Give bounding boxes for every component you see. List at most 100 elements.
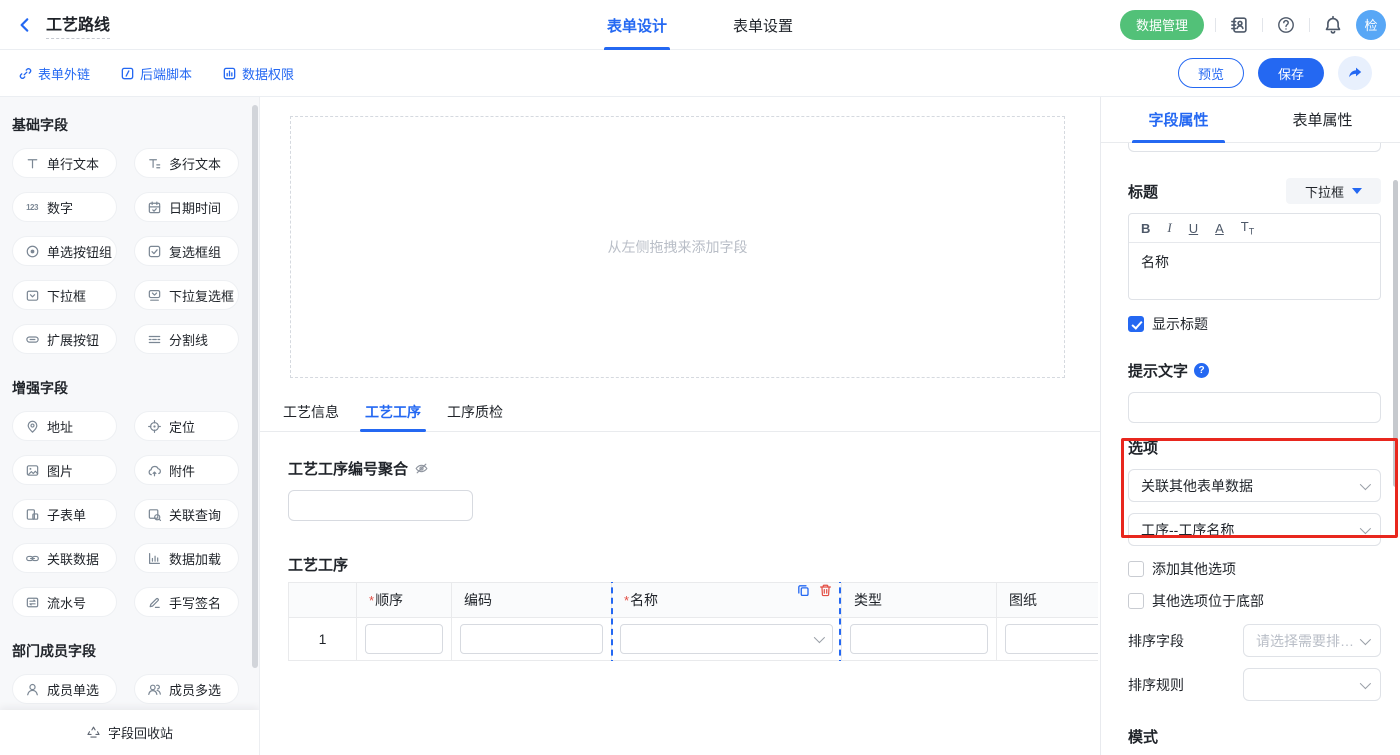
mode-label: 模式 <box>1128 726 1158 747</box>
sort-field-select[interactable]: 请选择需要排序的... <box>1243 624 1381 657</box>
italic-button[interactable]: I <box>1167 220 1171 236</box>
field-pill-label: 扩展按钮 <box>47 330 99 349</box>
show-title-checkbox[interactable] <box>1128 316 1144 332</box>
title-label: 标题 <box>1128 181 1158 202</box>
form-canvas: 从左侧拖拽来添加字段 工艺信息 工艺工序 工序质检 工艺工序编号聚合 <box>260 97 1100 755</box>
drop-area[interactable]: 从左侧拖拽来添加字段 <box>290 116 1065 378</box>
field-datetime[interactable]: 日期时间 <box>134 192 239 222</box>
bold-button[interactable]: B <box>1141 221 1150 236</box>
field-multi-line-text[interactable]: 多行文本 <box>134 148 239 178</box>
field-type-value: 下拉框 <box>1305 182 1344 201</box>
back-icon[interactable] <box>14 14 36 36</box>
form-designer-app: 工艺路线 表单设计 表单设置 数据管理 <box>0 0 1400 755</box>
tab-form-properties[interactable]: 表单属性 <box>1277 97 1369 143</box>
backend-script-link[interactable]: 后端脚本 <box>120 64 192 83</box>
code-input[interactable] <box>460 624 603 654</box>
field-checkbox-group[interactable]: 复选框组 <box>134 236 239 266</box>
field-related-data[interactable]: 关联数据 <box>12 543 117 573</box>
tab-field-properties[interactable]: 字段属性 <box>1132 97 1224 143</box>
field-select[interactable]: 下拉框 <box>12 280 117 310</box>
hint-input[interactable] <box>1128 392 1381 423</box>
field-pill-label: 成员多选 <box>169 680 221 699</box>
field-number[interactable]: 123数字 <box>12 192 117 222</box>
name-select[interactable] <box>620 624 833 654</box>
address-icon <box>24 418 40 434</box>
user-avatar[interactable]: 检 <box>1356 10 1386 40</box>
title-value-input[interactable]: 名称 <box>1129 243 1380 299</box>
field-signature[interactable]: 手写签名 <box>134 587 239 617</box>
field-pill-label: 关联查询 <box>169 505 221 524</box>
tab-form-settings[interactable]: 表单设置 <box>730 0 796 50</box>
sidebar-scrollbar[interactable] <box>252 105 258 668</box>
related-data-icon <box>24 550 40 566</box>
member-multi-icon <box>146 681 162 697</box>
field-type-select[interactable]: 下拉框 <box>1286 178 1381 204</box>
field-pill-label: 下拉复选框 <box>169 286 234 305</box>
tab-form-design[interactable]: 表单设计 <box>604 0 670 50</box>
agg-field[interactable]: 工艺工序编号聚合 <box>288 458 1100 521</box>
underline-button[interactable]: U <box>1189 221 1198 236</box>
tab-process-step[interactable]: 工艺工序 <box>360 402 426 431</box>
field-attachment[interactable]: 附件 <box>134 455 239 485</box>
field-divider[interactable]: 分割线 <box>134 324 239 354</box>
data-permission-link[interactable]: 数据权限 <box>222 64 294 83</box>
col-header-code[interactable]: 编码 <box>452 583 612 618</box>
notification-bell-icon[interactable] <box>1321 13 1345 37</box>
col-header-index <box>289 583 357 618</box>
copy-column-icon[interactable] <box>795 582 812 599</box>
field-extend-button[interactable]: 扩展按钮 <box>12 324 117 354</box>
hint-help-icon[interactable]: ? <box>1194 363 1209 378</box>
contact-book-icon[interactable] <box>1227 13 1251 37</box>
other-bottom-checkbox[interactable] <box>1128 593 1144 609</box>
delete-column-icon[interactable] <box>817 582 834 599</box>
field-location[interactable]: 定位 <box>134 411 239 441</box>
sort-rule-label: 排序规则 <box>1128 675 1184 695</box>
panel-scrollbar[interactable] <box>1393 180 1398 487</box>
field-single-line-text[interactable]: 单行文本 <box>12 148 117 178</box>
field-recycle-bin[interactable]: 字段回收站 <box>0 710 259 755</box>
option-field-select[interactable]: 工序--工序名称 <box>1128 513 1381 546</box>
drawing-input[interactable] <box>1005 624 1098 654</box>
field-member-multi[interactable]: 成员多选 <box>134 674 239 704</box>
hint-label: 提示文字 <box>1128 360 1188 381</box>
title-row: 标题 下拉框 <box>1128 178 1381 204</box>
font-color-button[interactable]: A <box>1215 221 1224 236</box>
col-header-type[interactable]: 类型 <box>842 583 997 618</box>
chevron-down-icon <box>1360 522 1371 533</box>
form-external-link[interactable]: 表单外链 <box>18 64 90 83</box>
order-input[interactable] <box>365 624 443 654</box>
subtable-title: 工艺工序 <box>288 554 348 575</box>
field-pill-label: 数据加载 <box>169 549 221 568</box>
field-address[interactable]: 地址 <box>12 411 117 441</box>
col-header-order[interactable]: *顺序 <box>357 583 452 618</box>
field-image[interactable]: 图片 <box>12 455 117 485</box>
field-serial-number[interactable]: 流水号 <box>12 587 117 617</box>
option-source-select[interactable]: 关联其他表单数据 <box>1128 469 1381 502</box>
share-button[interactable] <box>1338 56 1372 90</box>
help-icon[interactable] <box>1274 13 1298 37</box>
field-radio-group[interactable]: 单选按钮组 <box>12 236 117 266</box>
single-line-text-icon <box>24 155 40 171</box>
field-subform[interactable]: 子表单 <box>12 499 117 529</box>
field-data-load[interactable]: 数据加载 <box>134 543 239 573</box>
agg-field-input[interactable] <box>288 490 473 521</box>
field-member-single[interactable]: 成员单选 <box>12 674 117 704</box>
tab-process-info[interactable]: 工艺信息 <box>278 402 344 431</box>
save-button[interactable]: 保存 <box>1258 58 1324 88</box>
sort-field-placeholder: 请选择需要排序的... <box>1256 631 1356 651</box>
type-input[interactable] <box>850 624 988 654</box>
data-manage-button[interactable]: 数据管理 <box>1120 10 1204 40</box>
add-other-checkbox[interactable] <box>1128 561 1144 577</box>
divider <box>1215 18 1216 32</box>
preview-button[interactable]: 预览 <box>1178 58 1244 88</box>
tab-step-inspection[interactable]: 工序质检 <box>442 402 508 431</box>
sort-rule-select[interactable] <box>1243 668 1381 701</box>
field-multi-select[interactable]: 下拉复选框 <box>134 280 239 310</box>
field-related-query[interactable]: 关联查询 <box>134 499 239 529</box>
col-header-drawing[interactable]: 图纸 <box>997 583 1099 618</box>
font-size-button[interactable]: TT <box>1241 219 1254 237</box>
required-mark: * <box>624 593 629 608</box>
clipped-input[interactable] <box>1128 143 1381 152</box>
table-row: 1 <box>289 618 1099 661</box>
page-title[interactable]: 工艺路线 <box>46 11 110 39</box>
